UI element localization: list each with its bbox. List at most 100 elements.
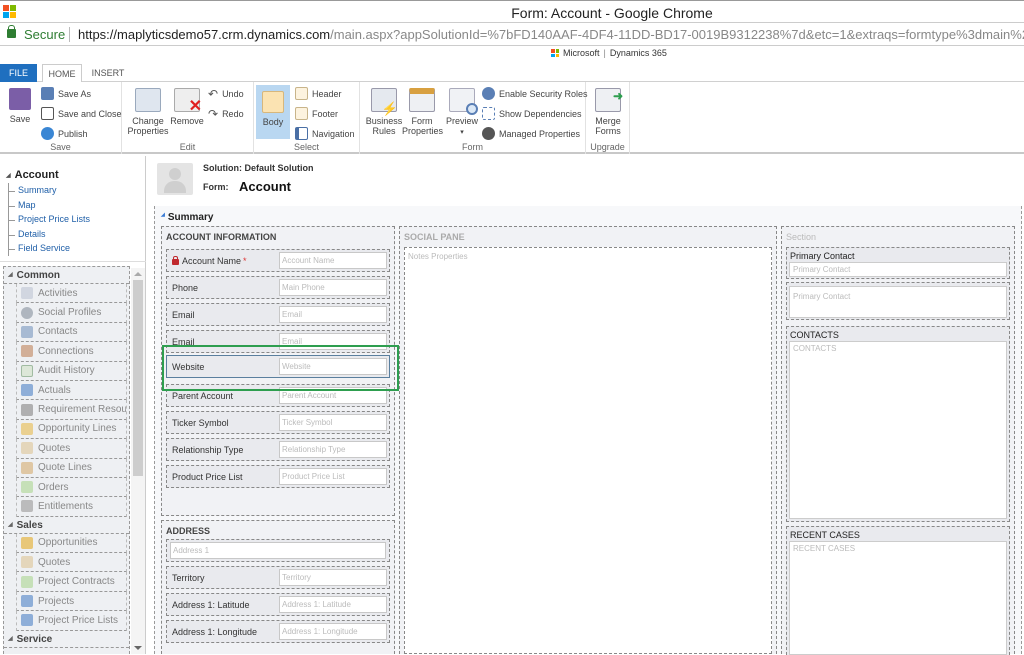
primary-contact-card-box[interactable]: Primary Contact	[789, 286, 1007, 318]
url-text[interactable]: https://maplyticsdemo57.crm.dynamics.com…	[78, 27, 1024, 42]
contacts-grid[interactable]: CONTACTS	[789, 341, 1007, 519]
save-as-button[interactable]: Save As	[41, 87, 91, 100]
field-account-name[interactable]: Account Name * Account Name	[166, 249, 390, 272]
save-label: Save	[9, 114, 31, 124]
account-name-input[interactable]: Account Name	[279, 252, 387, 269]
form-properties-icon	[409, 88, 435, 112]
subgrid-recent-cases[interactable]: RECENT CASES RECENT CASES	[786, 526, 1010, 655]
field-primary-contact[interactable]: Primary Contact Primary Contact	[786, 247, 1010, 279]
longitude-input[interactable]: Address 1: Longitude	[279, 623, 387, 640]
ribbon-group-label-save: Save	[50, 142, 71, 152]
nav-link-summary[interactable]: Summary	[9, 183, 90, 198]
preview-button[interactable]: Preview ▾	[444, 86, 480, 138]
section-right[interactable]: Section Primary Contact Primary Contact …	[781, 226, 1015, 655]
nav-item-connections[interactable]: Connections	[16, 342, 127, 362]
recent-cases-grid[interactable]: RECENT CASES	[789, 541, 1007, 655]
nav-link-project-price-lists[interactable]: Project Price Lists	[9, 212, 90, 227]
phone-input[interactable]: Main Phone	[279, 279, 387, 296]
nav-link-field-service[interactable]: Field Service	[9, 241, 90, 256]
managed-properties-button[interactable]: Managed Properties	[482, 127, 580, 140]
field-email[interactable]: Email Email	[166, 303, 390, 326]
nav-item-project-contracts[interactable]: Project Contracts	[16, 572, 127, 592]
email-input[interactable]: Email	[279, 306, 387, 323]
latitude-input[interactable]: Address 1: Latitude	[279, 596, 387, 613]
ribbon-group-label-select: Select	[293, 142, 319, 152]
nav-entity-heading[interactable]: Account	[6, 169, 59, 181]
save-button[interactable]: Save	[4, 86, 36, 124]
nav-item-activities[interactable]: Activities	[16, 284, 127, 304]
notes-control[interactable]: Notes Properties	[404, 247, 772, 654]
nav-item-contacts[interactable]: Contacts	[16, 322, 127, 343]
website-field-highlight	[162, 345, 399, 391]
nav-item-audit-history[interactable]: Audit History	[16, 361, 127, 381]
nav-item-social-profiles[interactable]: Social Profiles	[16, 303, 127, 323]
remove-button[interactable]: ✕ Remove	[170, 86, 204, 126]
nav-item-actuals[interactable]: Actuals	[16, 380, 127, 401]
nav-item-projects[interactable]: Projects	[16, 591, 127, 612]
nav-link-map[interactable]: Map	[9, 198, 90, 213]
field-product-price-list[interactable]: Product Price List Product Price List	[166, 465, 390, 488]
field-relationship-type[interactable]: Relationship Type Relationship Type	[166, 438, 390, 461]
section-address[interactable]: ADDRESS Address 1 Territory Territory Ad…	[161, 520, 395, 654]
nav-item-sales-project-price-lists[interactable]: Project Price Lists	[16, 611, 127, 631]
nav-item-orders[interactable]: Orders	[16, 477, 127, 498]
nav-section-common[interactable]: Common	[4, 267, 129, 284]
nav-item-sales-quotes[interactable]: Quotes	[16, 553, 127, 573]
tab-summary[interactable]: Summary ACCOUNT INFORMATION Account Name…	[154, 206, 1022, 655]
scroll-down-icon[interactable]	[134, 646, 142, 650]
field-ticker-symbol[interactable]: Ticker Symbol Ticker Symbol	[166, 411, 390, 434]
field-territory[interactable]: Territory Territory	[166, 566, 390, 589]
nav-item-opportunities[interactable]: Opportunities	[16, 533, 127, 554]
browser-title-bar: Form: Account - Google Chrome	[0, 0, 1024, 22]
form-properties-button[interactable]: Form Properties	[402, 86, 443, 136]
change-properties-button[interactable]: Change Properties	[126, 86, 170, 136]
primary-contact-input[interactable]: Primary Contact	[789, 262, 1007, 277]
field-latitude[interactable]: Address 1: Latitude Address 1: Latitude	[166, 593, 390, 616]
field-phone[interactable]: Phone Main Phone	[166, 276, 390, 299]
subgrid-contacts[interactable]: CONTACTS CONTACTS	[786, 326, 1010, 522]
nav-scrollbar[interactable]	[131, 268, 145, 654]
undo-button[interactable]: ↶ Undo	[208, 87, 244, 101]
enable-security-roles-button[interactable]: Enable Security Roles	[482, 87, 588, 100]
merge-forms-button[interactable]: ➜ Merge Forms	[590, 86, 626, 136]
body-button[interactable]: Body	[256, 85, 290, 139]
field-address-1[interactable]: Address 1	[166, 539, 390, 562]
tab-home[interactable]: HOME	[42, 64, 82, 83]
tab-file[interactable]: FILE	[0, 64, 37, 83]
save-and-close-button[interactable]: Save and Close	[41, 107, 122, 120]
preview-dropdown-icon[interactable]: ▾	[460, 129, 464, 136]
show-dependencies-button[interactable]: Show Dependencies	[482, 107, 582, 120]
address-bar[interactable]: Secure https://maplyticsdemo57.crm.dynam…	[0, 22, 1024, 46]
nav-link-details[interactable]: Details	[9, 227, 90, 242]
nav-item-quotes[interactable]: Quotes	[16, 439, 127, 459]
field-label: Address 1: Longitude	[172, 627, 258, 637]
territory-input[interactable]: Territory	[279, 569, 387, 586]
publish-button[interactable]: Publish	[41, 127, 88, 140]
footer-button[interactable]: Footer	[295, 107, 338, 120]
ticker-symbol-input[interactable]: Ticker Symbol	[279, 414, 387, 431]
section-social-pane[interactable]: SOCIAL PANE Notes Properties	[399, 226, 777, 654]
tab-insert[interactable]: INSERT	[86, 64, 130, 83]
nav-section-service[interactable]: Service	[4, 631, 129, 648]
security-label[interactable]: Secure	[24, 27, 65, 42]
navigation-button[interactable]: Navigation	[295, 127, 355, 140]
nav-divider	[0, 261, 146, 262]
nav-item-quote-lines[interactable]: Quote Lines	[16, 458, 127, 478]
relationship-type-input[interactable]: Relationship Type	[279, 441, 387, 458]
nav-item-requirement-resources[interactable]: Requirement Resou...	[16, 400, 127, 420]
nav-section-sales[interactable]: Sales	[4, 517, 129, 534]
scroll-up-icon[interactable]	[134, 272, 142, 276]
business-rules-button[interactable]: ⚡ Business Rules	[364, 86, 404, 136]
primary-contact-card[interactable]: Primary Contact	[786, 282, 1010, 320]
product-price-list-input[interactable]: Product Price List	[279, 468, 387, 485]
scroll-thumb[interactable]	[133, 280, 143, 476]
address-1-input[interactable]: Address 1	[170, 542, 386, 559]
nav-item-entitlements[interactable]: Entitlements	[16, 497, 127, 517]
field-longitude[interactable]: Address 1: Longitude Address 1: Longitud…	[166, 620, 390, 643]
entity-image-placeholder[interactable]	[157, 163, 193, 195]
nav-item-opportunity-lines[interactable]: Opportunity Lines	[16, 419, 127, 440]
redo-button[interactable]: ↷ Redo	[208, 107, 244, 121]
header-button[interactable]: Header	[295, 87, 342, 100]
merge-forms-label-2: Forms	[595, 126, 621, 136]
tab-title[interactable]: Summary	[161, 212, 214, 223]
